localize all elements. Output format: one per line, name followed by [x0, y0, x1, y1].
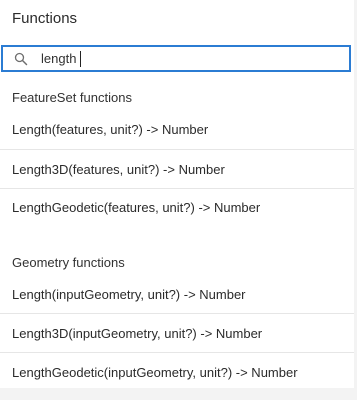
function-item[interactable]: Length(inputGeometry, unit?) -> Number — [0, 275, 357, 313]
function-item[interactable]: Length3D(inputGeometry, unit?) -> Number — [0, 314, 357, 352]
function-item[interactable]: Length(features, unit?) -> Number — [0, 110, 357, 148]
search-icon — [13, 51, 29, 67]
panel-title: Functions — [12, 10, 78, 27]
text-caret — [80, 51, 81, 67]
functions-panel: Functions FeatureSet functions Length(fe… — [0, 0, 357, 400]
function-item[interactable]: LengthGeodetic(inputGeometry, unit?) -> … — [0, 353, 357, 391]
panel-bottom-edge — [0, 388, 357, 400]
function-item[interactable]: LengthGeodetic(features, unit?) -> Numbe… — [0, 188, 357, 226]
group-header-featureset: FeatureSet functions — [12, 90, 132, 105]
function-item[interactable]: Length3D(features, unit?) -> Number — [0, 150, 357, 188]
search-box[interactable] — [1, 45, 351, 72]
group-header-geometry: Geometry functions — [12, 255, 125, 270]
search-input[interactable] — [41, 51, 321, 66]
